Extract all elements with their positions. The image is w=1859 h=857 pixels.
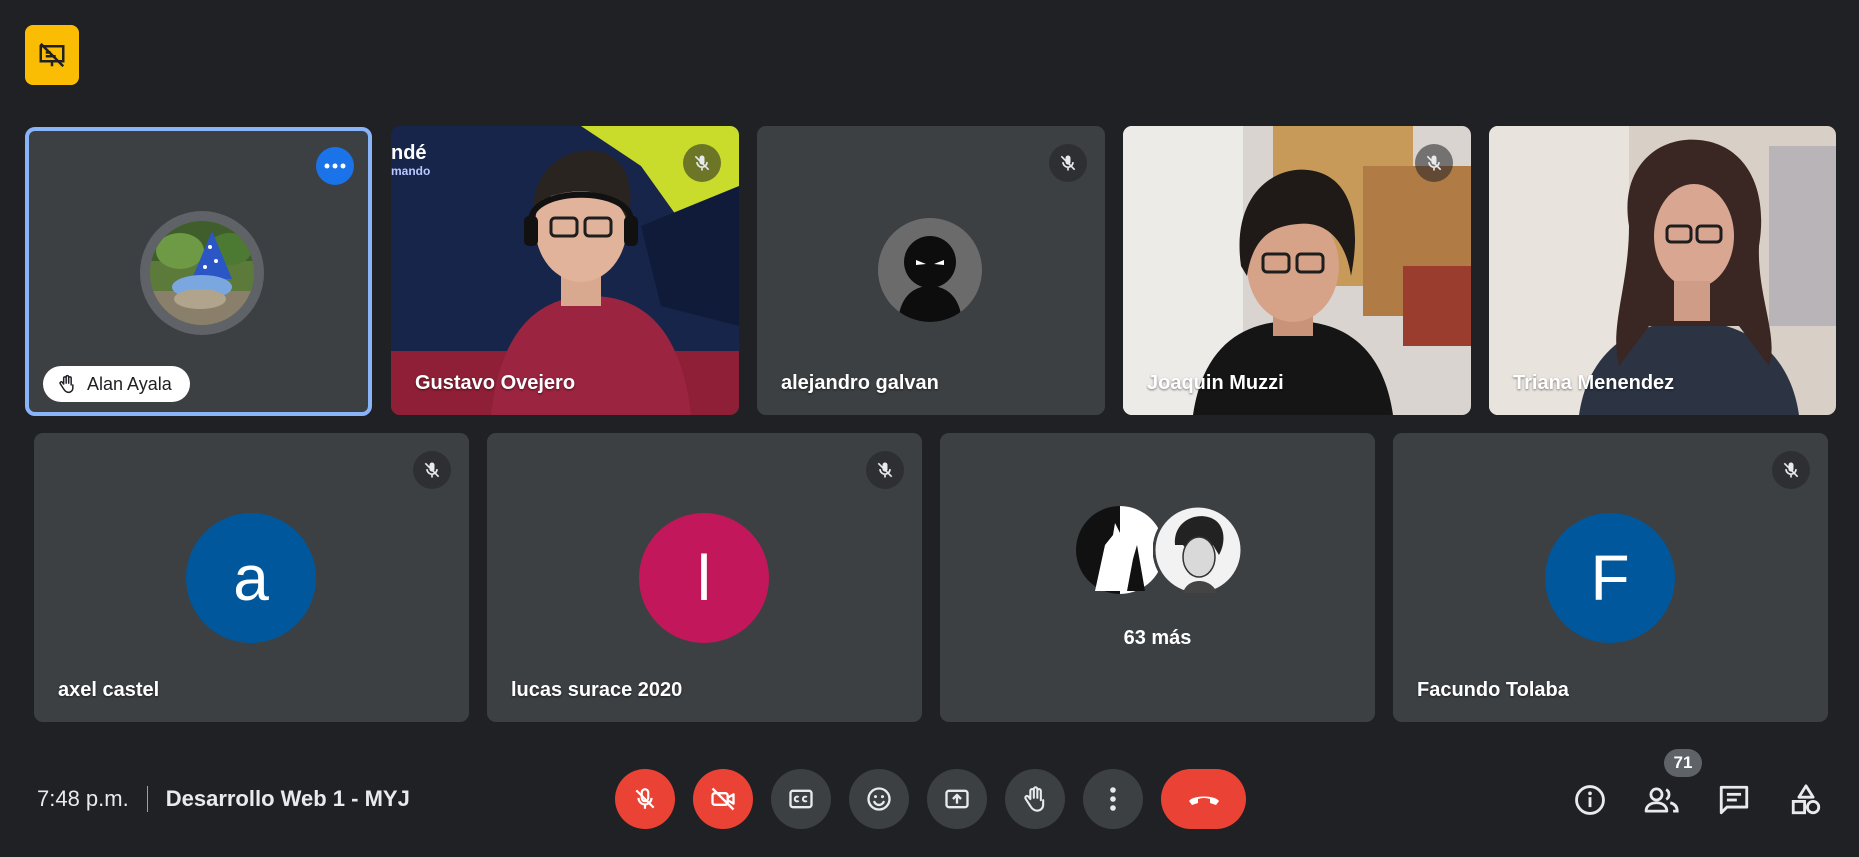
profile-photo — [150, 221, 254, 325]
background-text-line2: mando — [391, 164, 431, 178]
raised-hand-name-chip: Alan Ayala — [43, 366, 190, 402]
info-icon — [1575, 785, 1605, 815]
initial-avatar: F — [1545, 513, 1675, 643]
mic-muted-indicator — [1772, 451, 1810, 489]
avatar-initial: a — [233, 542, 269, 614]
participant-tile-joaquin-muzzi[interactable]: Joaquin Muzzi — [1123, 126, 1471, 415]
profile-avatar — [878, 218, 982, 322]
mic-muted-indicator — [683, 144, 721, 182]
participant-name: alejandro galvan — [781, 372, 939, 394]
presentation-off-icon — [39, 42, 65, 68]
captions-icon — [789, 789, 813, 809]
participant-tile-alan-ayala[interactable]: Alan Ayala — [25, 127, 372, 416]
mic-muted-indicator — [866, 451, 904, 489]
present-icon — [945, 789, 969, 809]
chat-icon — [1719, 785, 1749, 815]
activities-button[interactable] — [1786, 780, 1826, 820]
participant-tile-lucas-surace[interactable]: l lucas surace 2020 — [487, 433, 922, 722]
more-options-icon — [1110, 787, 1116, 811]
participant-name: Alan Ayala — [87, 373, 172, 394]
participant-tile-axel-castel[interactable]: a axel castel — [34, 433, 469, 722]
camera-off-icon — [711, 787, 735, 811]
mic-off-icon — [694, 155, 710, 171]
activities-icon — [1791, 784, 1821, 815]
manga-avatar — [1153, 505, 1243, 595]
shadow-person-icon — [898, 236, 962, 322]
mic-off-icon — [1783, 462, 1799, 478]
meeting-details-button[interactable] — [1570, 780, 1610, 820]
chat-button[interactable] — [1714, 780, 1754, 820]
leave-call-button[interactable] — [1161, 769, 1246, 829]
initial-avatar: l — [639, 513, 769, 643]
people-count: 71 — [1673, 753, 1693, 772]
mic-muted-indicator — [413, 451, 451, 489]
more-participants-avatars — [1075, 505, 1245, 595]
camera-toggle-button[interactable] — [693, 769, 753, 829]
participant-name: Joaquin Muzzi — [1147, 372, 1284, 394]
participant-name: lucas surace 2020 — [511, 679, 683, 701]
participant-name: Triana Menendez — [1513, 372, 1675, 394]
participant-name: axel castel — [58, 679, 160, 701]
reactions-button[interactable] — [849, 769, 909, 829]
raise-hand-icon — [59, 374, 74, 394]
avatar-initial: F — [1590, 542, 1630, 614]
meeting-info: 7:48 p.m. Desarrollo Web 1 - MYJ — [37, 785, 410, 813]
end-call-icon — [1188, 796, 1219, 805]
mic-off-icon — [877, 462, 893, 478]
people-count-badge: 71 — [1664, 749, 1702, 777]
initial-avatar: a — [186, 513, 316, 643]
profile-avatar — [140, 211, 264, 335]
participant-name: Facundo Tolaba — [1417, 679, 1569, 701]
people-icon — [1644, 787, 1679, 813]
mic-off-icon — [635, 788, 655, 809]
more-horizontal-icon — [324, 163, 346, 169]
divider — [146, 786, 148, 812]
meeting-time: 7:48 p.m. — [37, 786, 129, 811]
mic-off-icon — [1060, 155, 1076, 171]
captions-button[interactable] — [771, 769, 831, 829]
raise-hand-button[interactable] — [1005, 769, 1065, 829]
participant-tile-alejandro-galvan[interactable]: alejandro galvan — [757, 126, 1105, 415]
tile-options-button[interactable] — [316, 147, 354, 185]
microphone-toggle-button[interactable] — [615, 769, 675, 829]
mic-off-icon — [1426, 155, 1442, 171]
avatar-initial: l — [696, 542, 712, 614]
participant-tile-triana-menendez[interactable]: Triana Menendez — [1489, 126, 1836, 415]
raise-hand-icon — [1024, 786, 1045, 812]
background-text-line1: ndé — [391, 142, 427, 164]
background-text: ndé mando — [391, 142, 431, 180]
mic-muted-indicator — [1415, 144, 1453, 182]
participant-tile-facundo-tolaba[interactable]: F Facundo Tolaba — [1393, 433, 1828, 722]
more-options-button[interactable] — [1083, 769, 1143, 829]
emoji-icon — [867, 787, 891, 811]
participant-name: Gustavo Ovejero — [415, 372, 576, 394]
warning-badge[interactable] — [25, 25, 79, 85]
mic-off-icon — [424, 462, 440, 478]
people-button[interactable] — [1642, 780, 1682, 820]
wolf-avatar — [1076, 506, 1164, 594]
more-participants-label: 63 más — [1123, 627, 1192, 649]
mic-muted-indicator — [1049, 144, 1087, 182]
participant-tile-gustavo-ovejero[interactable]: ndé mando Gustavo Ovejero — [391, 126, 739, 415]
present-screen-button[interactable] — [927, 769, 987, 829]
meeting-title: Desarrollo Web 1 - MYJ — [165, 786, 410, 811]
more-participants-tile[interactable]: 63 más — [940, 433, 1375, 722]
